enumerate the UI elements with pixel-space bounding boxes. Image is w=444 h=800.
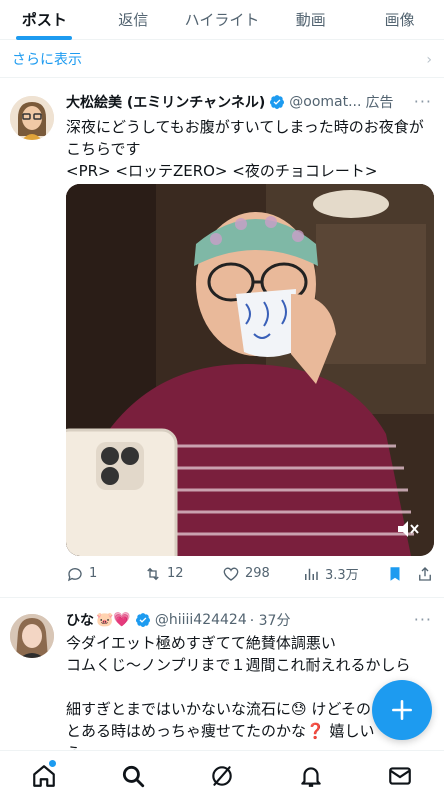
show-more-link[interactable]: さらに表示 ›: [0, 40, 444, 78]
plus-icon: [392, 700, 412, 720]
nav-home[interactable]: [24, 756, 64, 796]
share-button[interactable]: [416, 565, 436, 583]
tab-images[interactable]: 画像: [355, 0, 444, 39]
nav-grok[interactable]: [202, 756, 242, 796]
nav-messages[interactable]: [380, 756, 420, 796]
bell-icon: [301, 766, 321, 787]
tweet-actions: 1 12 298 3.3万: [66, 564, 436, 583]
chevron-right-icon: ›: [426, 52, 432, 68]
mail-icon: [388, 766, 411, 785]
share-icon: [419, 566, 431, 581]
reply-button[interactable]: 1: [66, 565, 144, 583]
nav-search[interactable]: [113, 756, 153, 796]
avatar[interactable]: [10, 96, 54, 140]
search-icon: [123, 765, 145, 787]
heart-icon: [223, 567, 239, 581]
author-handle[interactable]: @hiiii424424: [155, 612, 247, 628]
ad-label: 広告: [365, 95, 394, 111]
view-count: 3.3万: [325, 568, 359, 583]
retweet-button[interactable]: 12: [144, 565, 222, 583]
verified-badge-icon: [270, 95, 285, 109]
tweet-video[interactable]: [66, 184, 434, 556]
like-button[interactable]: 298: [222, 565, 302, 583]
retweet-icon: [147, 567, 159, 580]
tab-replies[interactable]: 返信: [89, 0, 178, 39]
bottom-nav: [0, 750, 444, 800]
tab-posts[interactable]: ポスト: [0, 0, 89, 39]
tweet-text: 深夜にどうしてもお腹がすいてしまった時のお夜食が こちらです <PR> <ロッテ…: [66, 118, 424, 180]
post-time[interactable]: · 37分: [250, 610, 291, 630]
notification-dot: [49, 759, 57, 767]
author-handle[interactable]: @oomat...: [289, 94, 361, 110]
grok-icon: [212, 765, 232, 786]
author-name[interactable]: 大松絵美 (エミリンチャンネル): [66, 92, 265, 112]
show-more-label[interactable]: さらに表示: [12, 49, 82, 69]
like-count: 298: [245, 566, 270, 581]
bookmark-icon: [390, 566, 400, 581]
verified-badge-icon: [135, 613, 150, 627]
tweet-content: 大松絵美 (エミリンチャンネル) @oomat... 広告 ··· 深夜にどうし…: [66, 92, 436, 182]
tab-highlights[interactable]: ハイライト: [178, 0, 267, 39]
reply-count: 1: [89, 566, 98, 581]
retweet-count: 12: [167, 566, 184, 581]
reply-icon: [67, 567, 82, 581]
name-emoji: 🐷💗: [96, 612, 131, 628]
tweet-ad[interactable]: 大松絵美 (エミリンチャンネル) @oomat... 広告 ··· 深夜にどうし…: [0, 78, 444, 598]
author-name[interactable]: ひな: [66, 610, 94, 630]
profile-tabs: ポスト 返信 ハイライト 動画 画像: [0, 0, 444, 40]
views-chart-icon: [305, 568, 318, 580]
bookmark-button[interactable]: [386, 565, 416, 583]
compose-button[interactable]: [372, 680, 432, 740]
tab-videos[interactable]: 動画: [266, 0, 355, 39]
nav-notifications[interactable]: [291, 756, 331, 796]
more-options-icon[interactable]: ···: [414, 610, 432, 629]
more-options-icon[interactable]: ···: [414, 92, 432, 111]
tweet-content: ひな 🐷💗 @hiiii424424 · 37分 ··· 今ダイエット極めすぎて…: [66, 610, 436, 764]
avatar[interactable]: [10, 614, 54, 658]
views-button[interactable]: 3.3万: [302, 564, 386, 583]
